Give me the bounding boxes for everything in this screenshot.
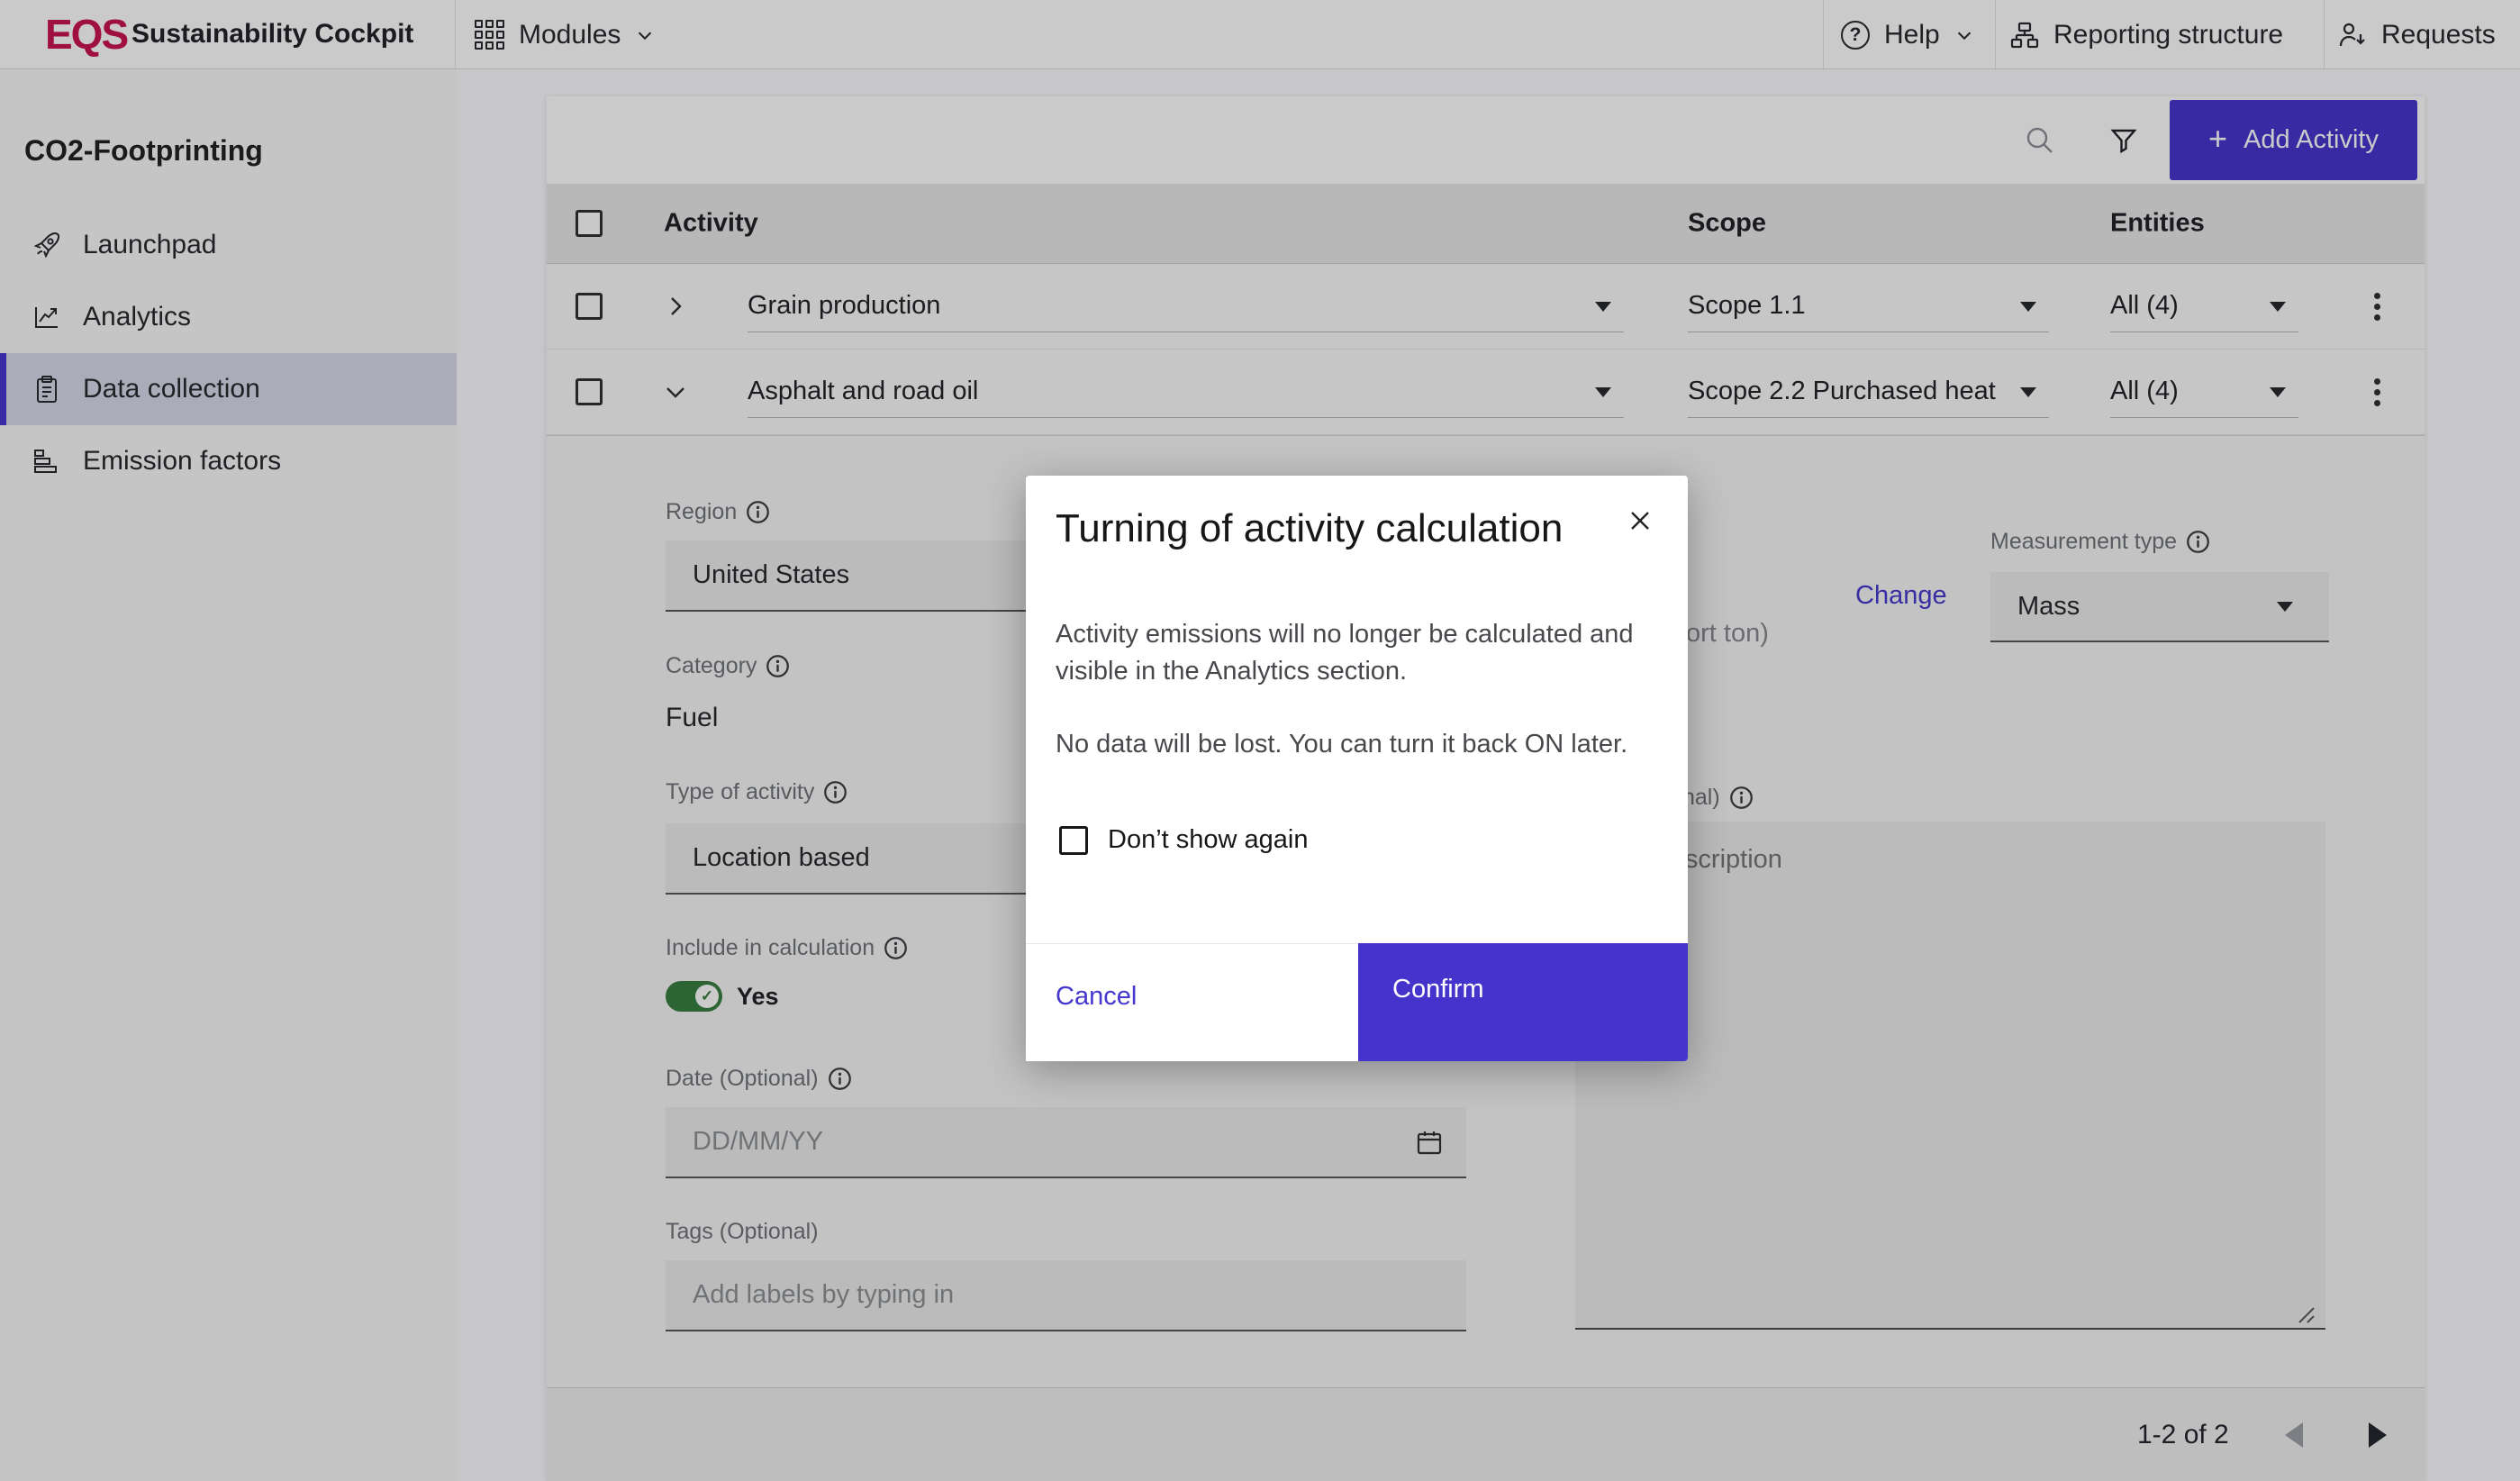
dialog-footer: Cancel Confirm	[1026, 943, 1688, 1061]
close-icon[interactable]	[1627, 507, 1654, 534]
app-screen: EQS Sustainability Cockpit Modules ? Hel…	[0, 0, 2520, 1481]
confirm-button[interactable]: Confirm	[1358, 943, 1688, 1061]
dialog-body-paragraph: Activity emissions will no longer be cal…	[1056, 616, 1661, 690]
dont-show-again-checkbox[interactable]	[1059, 826, 1088, 855]
dialog-title: Turning of activity calculation	[1056, 501, 1578, 557]
dont-show-again-row: Don’t show again	[1059, 825, 1308, 855]
dialog-body-paragraph: No data will be lost. You can turn it ba…	[1056, 726, 1661, 763]
confirmation-dialog: Turning of activity calculation Activity…	[1026, 476, 1688, 1061]
cancel-button[interactable]: Cancel	[1056, 982, 1137, 1012]
dialog-footer-left: Cancel	[1026, 943, 1358, 1061]
dont-show-again-label: Don’t show again	[1108, 825, 1308, 855]
